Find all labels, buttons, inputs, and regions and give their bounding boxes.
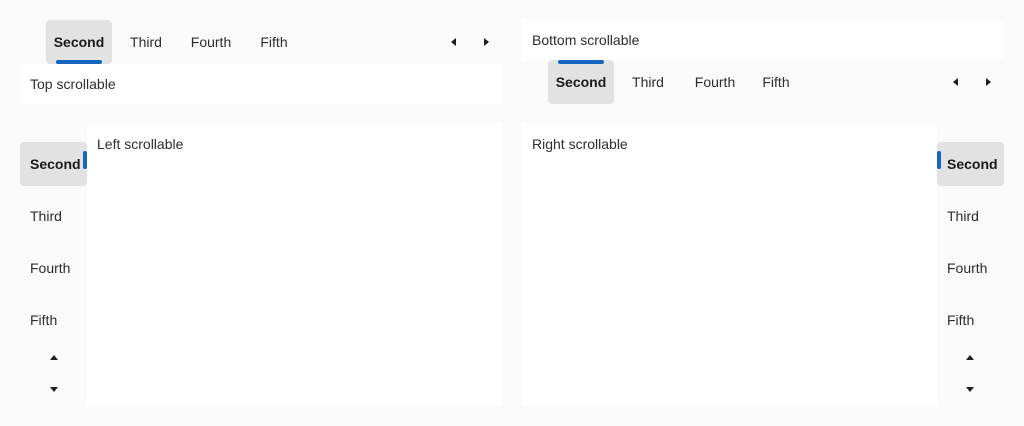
left-content-area: Left scrollable [87, 124, 502, 406]
bottom-scrollable-panel: Bottom scrollable st Second Third Fourth… [522, 20, 1004, 104]
active-tab-indicator [558, 60, 604, 64]
bottom-content-label: Bottom scrollable [532, 32, 640, 48]
tab-third[interactable]: Third [937, 194, 1004, 238]
left-scrollable-panel: Second Third Fourth Fifth Left scrollabl… [20, 124, 502, 406]
triangle-down-icon [50, 387, 58, 392]
left-content-label: Left scrollable [97, 136, 184, 152]
tab-second[interactable]: Second [20, 142, 87, 186]
scroll-left-button[interactable] [442, 30, 466, 54]
scroll-right-button[interactable] [976, 70, 1000, 94]
bottom-tab-strip[interactable]: st Second Third Fourth Fifth [522, 60, 1004, 104]
triangle-right-icon [484, 38, 489, 46]
right-content-area: Right scrollable [522, 124, 937, 406]
bottom-content-area: Bottom scrollable [522, 20, 1004, 60]
top-content-label: Top scrollable [30, 76, 116, 92]
tab-first[interactable]: st [20, 20, 28, 64]
triangle-up-icon [50, 355, 58, 360]
scroll-left-button[interactable] [944, 70, 968, 94]
scroll-up-button[interactable] [958, 346, 982, 370]
triangle-left-icon [451, 38, 456, 46]
left-tab-strip[interactable]: Second Third Fourth Fifth [20, 124, 87, 406]
tab-second[interactable]: Second [937, 142, 1004, 186]
scroll-up-button[interactable] [42, 346, 66, 370]
tab-second[interactable]: Second [548, 60, 614, 104]
top-content-area: Top scrollable [20, 64, 502, 104]
tab-third[interactable]: Third [622, 60, 674, 104]
tab-fifth[interactable]: Fifth [250, 20, 298, 64]
tab-fourth[interactable]: Fourth [180, 20, 242, 64]
triangle-down-icon [966, 387, 974, 392]
tab-fifth[interactable]: Fifth [20, 298, 87, 342]
tab-fifth[interactable]: Fifth [752, 60, 800, 104]
scroll-right-button[interactable] [474, 30, 498, 54]
right-tab-strip[interactable]: Second Third Fourth Fifth [937, 124, 1004, 406]
active-tab-indicator [937, 151, 941, 169]
scroll-down-button[interactable] [42, 377, 66, 401]
top-scrollable-panel: st Second Third Fourth Fifth Top scrolla… [20, 20, 502, 104]
tab-second[interactable]: Second [46, 20, 112, 64]
tab-first[interactable]: st [522, 60, 530, 104]
scroll-down-button[interactable] [958, 377, 982, 401]
triangle-up-icon [966, 355, 974, 360]
right-content-label: Right scrollable [532, 136, 628, 152]
tab-fourth[interactable]: Fourth [20, 246, 87, 290]
triangle-left-icon [953, 78, 958, 86]
tab-fifth[interactable]: Fifth [937, 298, 1004, 342]
tab-third[interactable]: Third [120, 20, 172, 64]
top-tab-strip[interactable]: st Second Third Fourth Fifth [20, 20, 502, 64]
tab-third[interactable]: Third [20, 194, 87, 238]
tab-fourth[interactable]: Fourth [684, 60, 746, 104]
triangle-right-icon [986, 78, 991, 86]
tab-fourth[interactable]: Fourth [937, 246, 1004, 290]
right-scrollable-panel: Right scrollable Second Third Fourth Fif… [522, 124, 1004, 406]
